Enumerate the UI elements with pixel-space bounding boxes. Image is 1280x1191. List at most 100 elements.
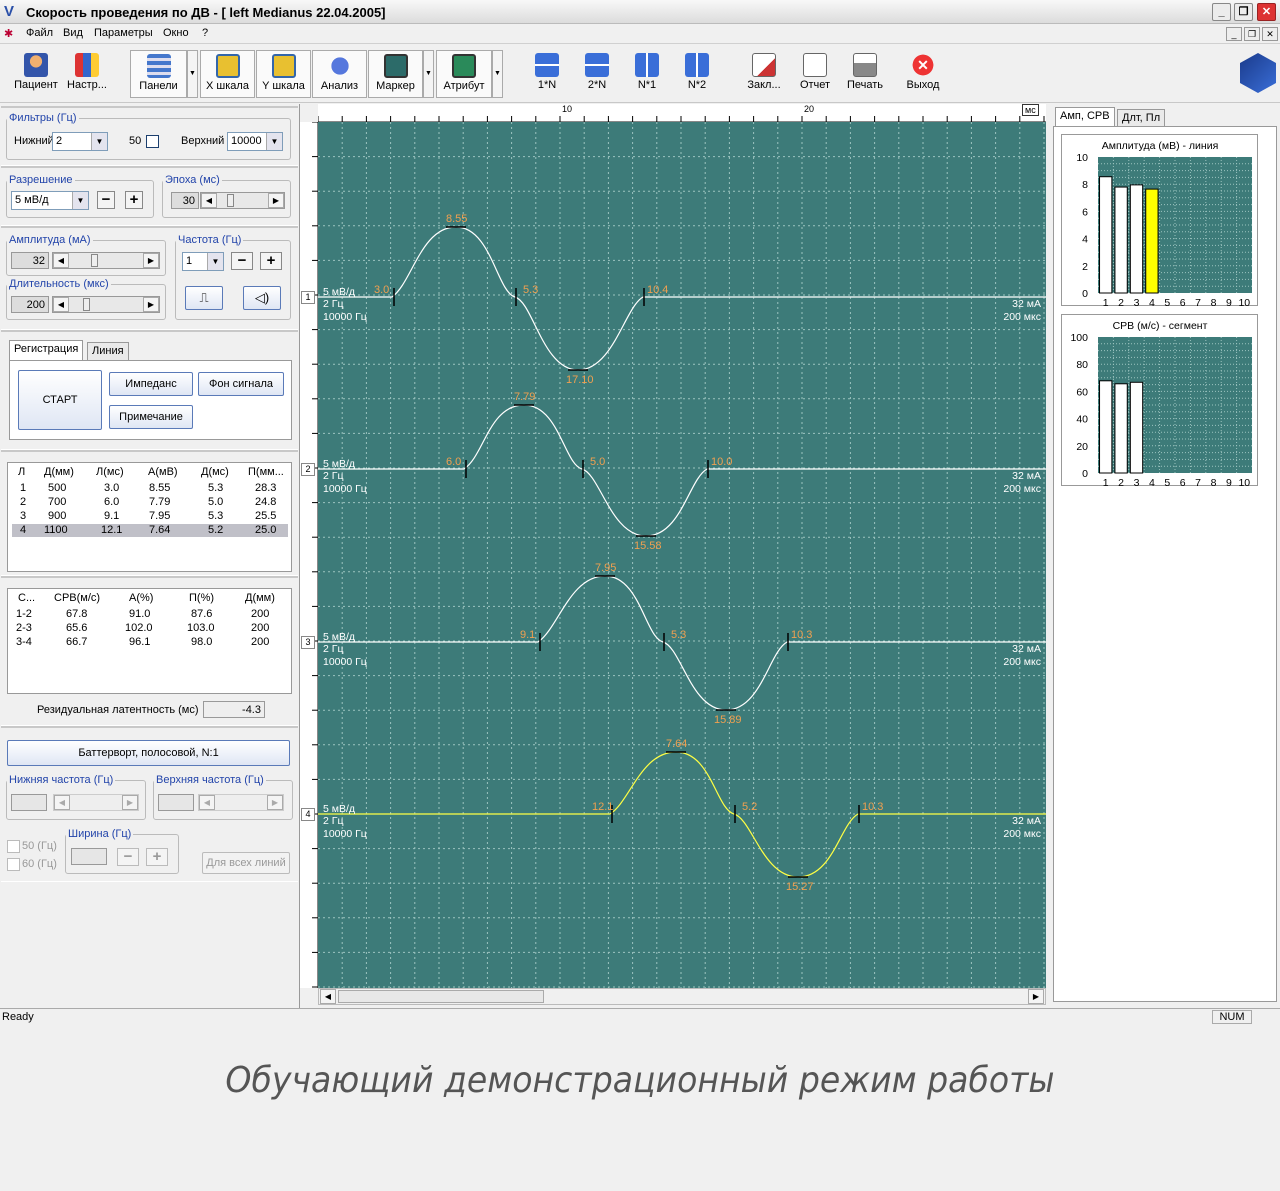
chevron-right-icon[interactable]: ▶ bbox=[122, 795, 138, 810]
peak-value: 7.64 bbox=[666, 738, 687, 750]
waveform-plot[interactable]: 3.0 8.55 5.3 17.10 10.4 5 мВ/д 2 Гц 10000 Гц 32 … bbox=[318, 122, 1046, 988]
status-bar: Ready NUM bbox=[0, 1008, 1280, 1024]
resolution-select[interactable]: 5 мВ/д ▼ bbox=[11, 191, 89, 210]
tab-registration[interactable]: Регистрация bbox=[9, 340, 84, 360]
menu-window[interactable]: Окно bbox=[163, 27, 189, 39]
chevron-right-icon[interactable]: ▶ bbox=[268, 193, 284, 208]
resolution-minus-button[interactable]: − bbox=[97, 191, 115, 209]
f50-checkbox[interactable] bbox=[7, 840, 20, 853]
chevron-right-icon[interactable]: ▶ bbox=[1028, 989, 1044, 1004]
waveform-canvas[interactable]: 3.08.555.317.1010.45 мВ/д2 Гц10000 Гц32 … bbox=[318, 122, 1046, 988]
frequency-select[interactable]: 1 ▼ bbox=[182, 252, 224, 271]
low-filter-select[interactable]: 2 ▼ bbox=[52, 132, 108, 151]
impedance-button[interactable]: Импеданс bbox=[109, 372, 193, 396]
frequency-plus-button[interactable]: + bbox=[260, 252, 282, 270]
panels-dropdown[interactable]: ▼ bbox=[187, 50, 198, 98]
high-filter-select[interactable]: 10000 ▼ bbox=[227, 132, 283, 151]
exit-button[interactable]: ✕ Выход bbox=[900, 50, 946, 98]
note-button[interactable]: Примечание bbox=[109, 405, 193, 429]
maximize-button[interactable]: ❐ bbox=[1234, 3, 1253, 21]
x-tick-label: 10 bbox=[1238, 477, 1250, 487]
amplitude-ruler bbox=[300, 122, 318, 988]
menu-view[interactable]: Вид bbox=[63, 27, 83, 39]
notch-50-checkbox[interactable] bbox=[146, 135, 159, 148]
mdi-minimize-button[interactable]: _ bbox=[1226, 27, 1242, 41]
y-scale-button[interactable]: Y шкала bbox=[256, 50, 311, 98]
menu-params[interactable]: Параметры bbox=[94, 27, 153, 39]
settings-button[interactable]: Настр... bbox=[62, 50, 112, 98]
channel-number-4[interactable]: 4 bbox=[301, 808, 315, 821]
chart-bar bbox=[1145, 188, 1159, 294]
x-scale-button[interactable]: X шкала bbox=[200, 50, 255, 98]
y-tick-label: 4 bbox=[1082, 234, 1088, 246]
duration-slider-thumb[interactable] bbox=[83, 298, 90, 311]
sound-button[interactable]: ◁) bbox=[243, 286, 281, 310]
x-tick-label: 3 bbox=[1134, 297, 1140, 307]
n2-button[interactable]: N*2 bbox=[677, 50, 717, 98]
chevron-left-icon[interactable]: ◀ bbox=[53, 297, 69, 312]
single-stimulus-button[interactable]: ⎍ bbox=[185, 286, 223, 310]
width-minus-button[interactable]: − bbox=[117, 848, 139, 866]
conclusion-button[interactable]: Закл... bbox=[742, 50, 786, 98]
signal-background-button[interactable]: Фон сигнала bbox=[198, 372, 284, 396]
tab-duration-area[interactable]: Длт, Пл bbox=[1117, 109, 1166, 127]
x-tick-label: 6 bbox=[1180, 297, 1186, 307]
print-button[interactable]: Печать bbox=[842, 50, 888, 98]
close-button[interactable]: ✕ bbox=[1257, 3, 1276, 21]
mdi-restore-button[interactable]: ❐ bbox=[1244, 27, 1260, 41]
residual-latency-value: -4.3 bbox=[203, 701, 265, 718]
marker-dropdown[interactable]: ▼ bbox=[423, 50, 434, 98]
channel-number-1[interactable]: 1 bbox=[301, 291, 315, 304]
minimize-button[interactable]: _ bbox=[1212, 3, 1231, 21]
panels-button[interactable]: Панели bbox=[130, 50, 187, 98]
analysis-button[interactable]: Анализ bbox=[312, 50, 367, 98]
butterworth-filter-button[interactable]: Баттерворт, полосовой, N:1 bbox=[7, 740, 290, 766]
end-value: 10.4 bbox=[647, 284, 668, 296]
2n-button[interactable]: 2*N bbox=[577, 50, 617, 98]
1n-button[interactable]: 1*N bbox=[527, 50, 567, 98]
channel-number-3[interactable]: 3 bbox=[301, 636, 315, 649]
duration-slider[interactable]: ◀ ▶ bbox=[52, 296, 160, 313]
mdi-close-button[interactable]: ✕ bbox=[1262, 27, 1278, 41]
chevron-right-icon[interactable]: ▶ bbox=[143, 297, 159, 312]
chevron-left-icon[interactable]: ◀ bbox=[320, 989, 336, 1004]
x-tick-label: 8 bbox=[1211, 297, 1217, 307]
menu-file[interactable]: Файл bbox=[26, 27, 53, 39]
high-freq-slider[interactable]: ◀ ▶ bbox=[198, 794, 284, 811]
width-plus-button[interactable]: + bbox=[146, 848, 168, 866]
marker-button[interactable]: Маркер bbox=[368, 50, 423, 98]
trough-value: 15.89 bbox=[714, 714, 742, 726]
chevron-right-icon[interactable]: ▶ bbox=[143, 253, 159, 268]
attribute-dropdown[interactable]: ▼ bbox=[492, 50, 503, 98]
status-text: Ready bbox=[2, 1011, 34, 1023]
frequency-minus-button[interactable]: − bbox=[231, 252, 253, 270]
amplitude-slider-thumb[interactable] bbox=[91, 254, 98, 267]
channel-number-2[interactable]: 2 bbox=[301, 463, 315, 476]
chevron-left-icon[interactable]: ◀ bbox=[201, 193, 217, 208]
plot-horizontal-scrollbar[interactable]: ◀ ▶ bbox=[318, 988, 1046, 1005]
epoch-slider[interactable]: ◀ ▶ bbox=[200, 192, 285, 209]
patient-button[interactable]: Пациент bbox=[10, 50, 62, 98]
n1-button[interactable]: N*1 bbox=[627, 50, 667, 98]
apply-all-lines-button[interactable]: Для всех линий bbox=[202, 852, 290, 874]
latency-table-section: Л Д(мм) Л(мс) А(мВ) Д(мс) П(мм... 1 500 … bbox=[1, 450, 298, 576]
tab-amp-velocity[interactable]: Амп, СРВ bbox=[1055, 107, 1115, 127]
menu-help[interactable]: ? bbox=[202, 27, 208, 39]
epoch-slider-thumb[interactable] bbox=[227, 194, 234, 207]
scrollbar-thumb[interactable] bbox=[338, 990, 544, 1003]
high-freq-value bbox=[158, 794, 194, 811]
chevron-left-icon[interactable]: ◀ bbox=[199, 795, 215, 810]
chart-bar bbox=[1114, 383, 1128, 474]
chevron-right-icon[interactable]: ▶ bbox=[267, 795, 283, 810]
low-freq-slider[interactable]: ◀ ▶ bbox=[53, 794, 139, 811]
tab-line[interactable]: Линия bbox=[87, 342, 129, 360]
trace-duration-label: 200 мкс bbox=[1003, 656, 1041, 668]
start-button[interactable]: СТАРТ bbox=[18, 370, 102, 430]
resolution-plus-button[interactable]: + bbox=[125, 191, 143, 209]
report-button[interactable]: Отчет bbox=[793, 50, 837, 98]
amplitude-slider[interactable]: ◀ ▶ bbox=[52, 252, 160, 269]
chevron-left-icon[interactable]: ◀ bbox=[54, 795, 70, 810]
f60-checkbox[interactable] bbox=[7, 858, 20, 871]
attribute-button[interactable]: Атрибут bbox=[436, 50, 492, 98]
chevron-left-icon[interactable]: ◀ bbox=[53, 253, 69, 268]
